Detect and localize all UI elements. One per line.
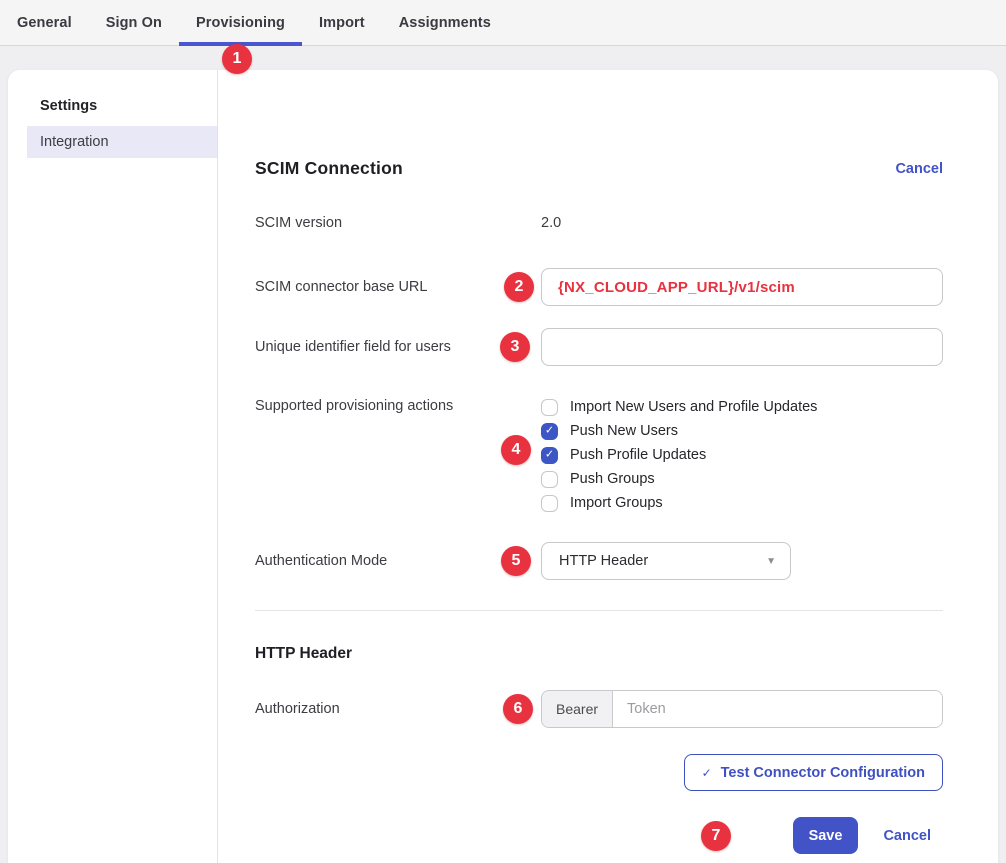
tab-provisioning[interactable]: Provisioning <box>179 0 302 45</box>
auth-mode-selected-value: HTTP Header <box>559 553 648 569</box>
chevron-down-icon: ▼ <box>766 556 776 567</box>
authorization-label: Authorization <box>255 701 541 717</box>
tab-import[interactable]: Import <box>302 0 382 45</box>
actions-label: Supported provisioning actions <box>255 395 541 414</box>
checkbox-label: Push New Users <box>570 423 678 439</box>
unique-id-input[interactable] <box>541 328 943 366</box>
sidebar-item-integration[interactable]: Integration <box>27 126 217 158</box>
auth-mode-label: Authentication Mode <box>255 553 541 569</box>
check-icon: ✓ <box>545 425 554 436</box>
checkbox-push-profile-updates[interactable]: ✓ <box>541 447 558 464</box>
bearer-prefix: Bearer <box>542 691 613 727</box>
scim-version-value: 2.0 <box>541 215 943 231</box>
cancel-link-top[interactable]: Cancel <box>895 161 943 177</box>
http-header-section-title: HTTP Header <box>255 645 943 663</box>
token-input[interactable] <box>613 691 942 727</box>
page-title: SCIM Connection <box>255 158 403 179</box>
cancel-link-bottom[interactable]: Cancel <box>883 828 931 844</box>
unique-id-label: Unique identifier field for users <box>255 339 541 355</box>
sidebar-header: Settings <box>8 98 217 114</box>
checkbox-push-groups[interactable]: ✓ <box>541 471 558 488</box>
base-url-input[interactable] <box>541 268 943 306</box>
scim-connection-form: SCIM Connection Cancel SCIM version 2.0 … <box>218 70 998 863</box>
check-icon: ✓ <box>702 766 712 780</box>
section-divider <box>255 610 943 611</box>
step-badge-6: 6 <box>503 694 533 724</box>
checkbox-row-push-groups[interactable]: ✓ Push Groups <box>541 467 943 491</box>
authorization-input-group: Bearer <box>541 690 943 728</box>
scim-version-label: SCIM version <box>255 215 541 231</box>
auth-mode-select[interactable]: HTTP Header ▼ <box>541 542 791 580</box>
checkbox-import-groups[interactable]: ✓ <box>541 495 558 512</box>
provisioning-panel: Settings Integration SCIM Connection Can… <box>8 70 998 863</box>
tab-general[interactable]: General <box>0 0 89 45</box>
step-badge-5: 5 <box>501 546 531 576</box>
checkbox-row-push-new-users[interactable]: ✓ Push New Users <box>541 419 943 443</box>
step-badge-7: 7 <box>701 821 731 851</box>
tab-assignments[interactable]: Assignments <box>382 0 508 45</box>
checkbox-label: Push Groups <box>570 471 655 487</box>
checkbox-label: Push Profile Updates <box>570 447 706 463</box>
checkbox-push-new-users[interactable]: ✓ <box>541 423 558 440</box>
step-badge-4: 4 <box>501 435 531 465</box>
app-tab-bar: General Sign On Provisioning Import Assi… <box>0 0 1006 46</box>
step-badge-2: 2 <box>504 272 534 302</box>
checkbox-label: Import New Users and Profile Updates <box>570 399 817 415</box>
checkbox-label: Import Groups <box>570 495 663 511</box>
base-url-label: SCIM connector base URL <box>255 279 541 295</box>
check-icon: ✓ <box>545 449 554 460</box>
test-connector-button[interactable]: ✓ Test Connector Configuration <box>684 754 943 791</box>
checkbox-row-push-profile-updates[interactable]: ✓ Push Profile Updates <box>541 443 943 467</box>
save-button[interactable]: Save <box>793 817 859 854</box>
checkbox-row-import-groups[interactable]: ✓ Import Groups <box>541 491 943 515</box>
step-badge-1: 1 <box>222 44 252 74</box>
step-badge-3: 3 <box>500 332 530 362</box>
checkbox-row-import-new-users[interactable]: ✓ Import New Users and Profile Updates <box>541 395 943 419</box>
tab-sign-on[interactable]: Sign On <box>89 0 179 45</box>
test-connector-button-label: Test Connector Configuration <box>721 765 925 781</box>
checkbox-import-new-users[interactable]: ✓ <box>541 399 558 416</box>
settings-sidebar: Settings Integration <box>8 70 218 863</box>
